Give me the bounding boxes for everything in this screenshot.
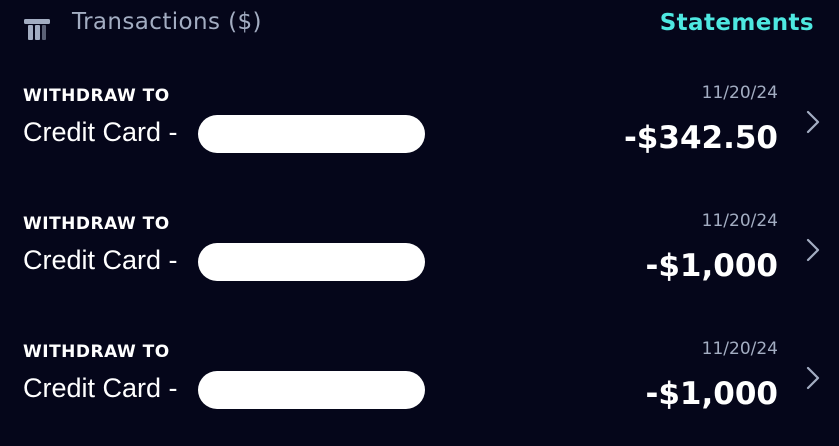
transaction-date: 11/20/24 — [701, 211, 778, 231]
transaction-date: 11/20/24 — [701, 83, 778, 103]
transaction-destination: Credit Card - — [23, 245, 178, 275]
chevron-right-icon[interactable] — [805, 364, 821, 392]
chevron-right-icon[interactable] — [805, 236, 821, 264]
redacted-account-number — [198, 115, 425, 153]
statements-link[interactable]: Statements — [660, 10, 814, 36]
transaction-list: WITHDRAW TO Credit Card - 11/20/24 -$342… — [0, 70, 839, 446]
transaction-amount: -$1,000 — [645, 376, 779, 412]
transaction-amount: -$342.50 — [623, 120, 778, 156]
transactions-screen: Transactions ($) Statements WITHDRAW TO … — [0, 0, 839, 446]
bank-icon — [23, 15, 51, 43]
transaction-row[interactable]: WITHDRAW TO Credit Card - 11/20/24 -$1,0… — [0, 198, 839, 326]
redacted-account-number — [198, 371, 425, 409]
transaction-type: WITHDRAW TO — [23, 214, 170, 234]
transactions-header: Transactions ($) Statements — [0, 0, 839, 56]
page-title: Transactions ($) — [72, 9, 262, 35]
chevron-right-icon[interactable] — [805, 108, 821, 136]
transaction-date: 11/20/24 — [701, 339, 778, 359]
transaction-type: WITHDRAW TO — [23, 342, 170, 362]
transaction-amount: -$1,000 — [645, 248, 779, 284]
redacted-account-number — [198, 243, 425, 281]
transaction-destination: Credit Card - — [23, 373, 178, 403]
transaction-row[interactable]: WITHDRAW TO Credit Card - 11/20/24 -$1,0… — [0, 326, 839, 446]
transaction-type: WITHDRAW TO — [23, 86, 170, 106]
transaction-row[interactable]: WITHDRAW TO Credit Card - 11/20/24 -$342… — [0, 70, 839, 198]
transaction-destination: Credit Card - — [23, 117, 178, 147]
